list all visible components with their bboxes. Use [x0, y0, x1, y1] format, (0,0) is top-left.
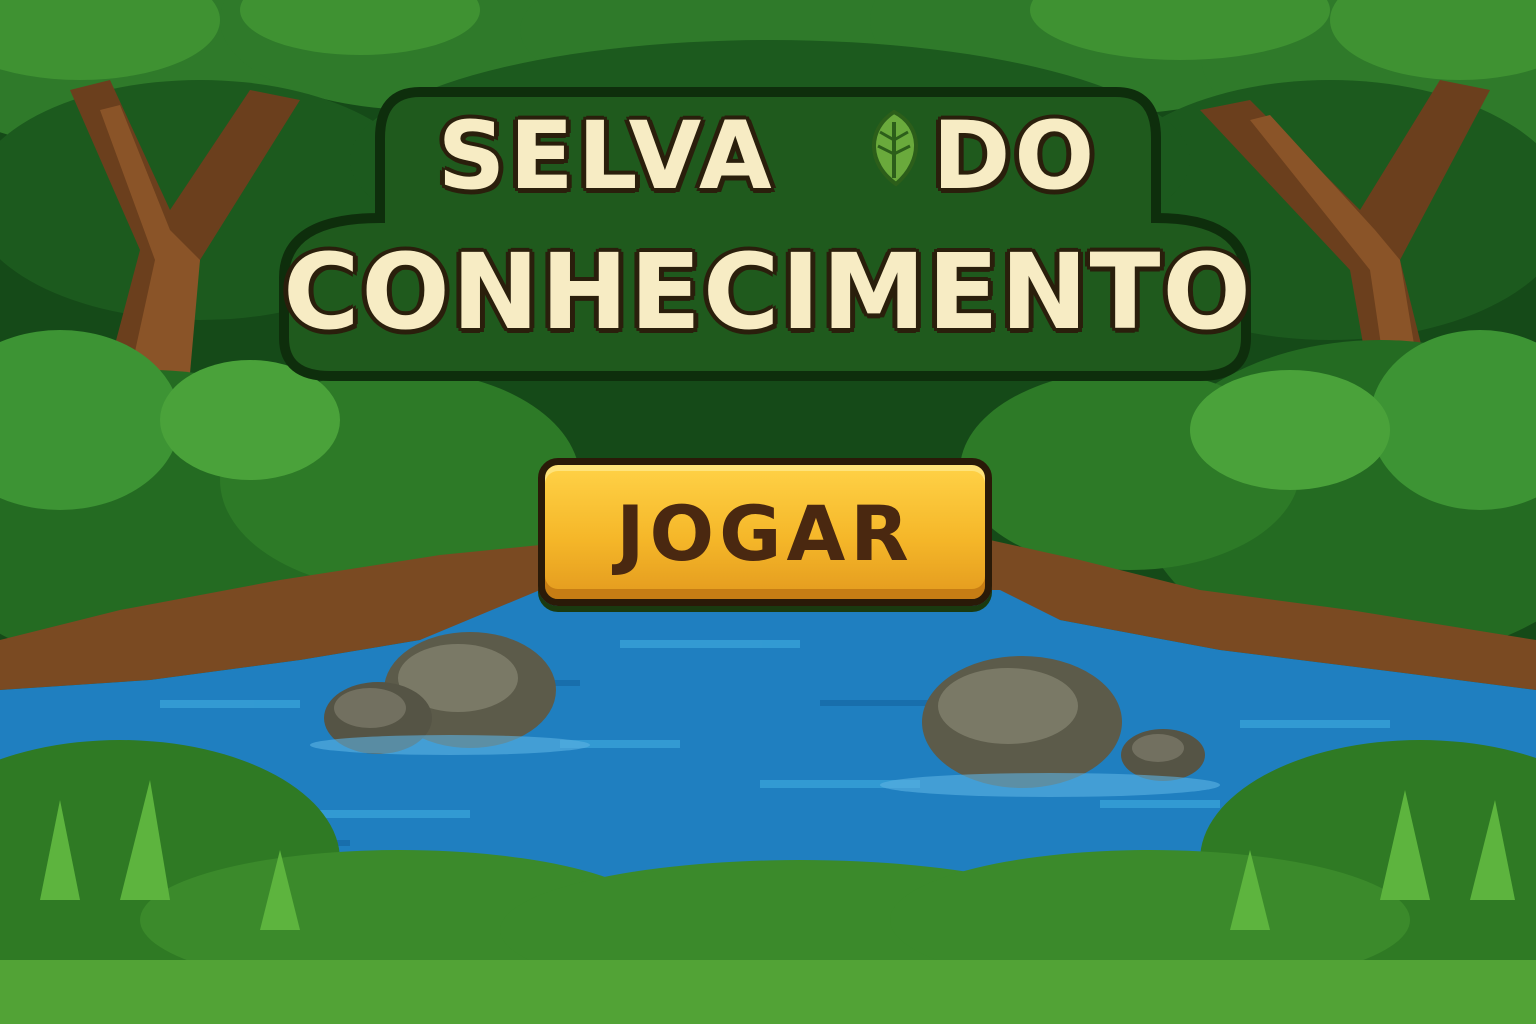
play-button-label: JOGAR	[616, 489, 914, 578]
game-title-screen: SELVA DO CONHECIMENTO JOGAR	[0, 0, 1536, 1024]
play-button[interactable]: JOGAR	[538, 458, 992, 606]
title-line-1: SELVA DO	[437, 102, 1099, 211]
game-title: SELVA DO CONHECIMENTO	[270, 78, 1266, 384]
leaf-icon	[872, 109, 918, 187]
title-line-2: CONHECIMENTO	[283, 231, 1253, 353]
